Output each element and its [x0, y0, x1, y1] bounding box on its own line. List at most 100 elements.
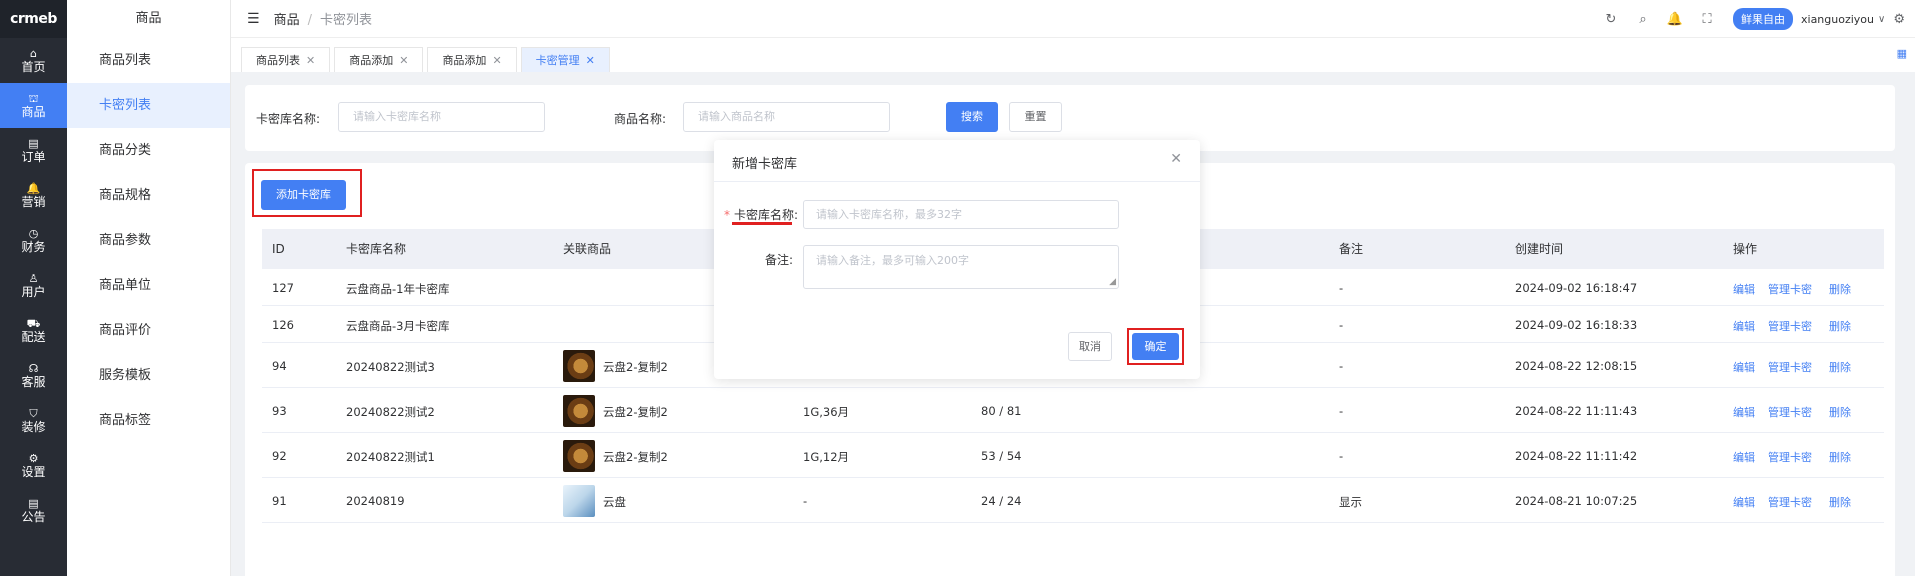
- nav-icon: ▤: [28, 496, 39, 510]
- table-row: 91 20240819 云盘 - 24 / 24 显示 2024-08-21 10:07:2…: [262, 478, 1884, 523]
- rail-item[interactable]: ▤ 公告: [0, 488, 67, 533]
- rail-item[interactable]: ◷ 财务: [0, 218, 67, 263]
- card-lib-name-input[interactable]: 请输入卡密库名称: [338, 102, 545, 132]
- notification-bell-icon[interactable]: 🔔: [1659, 12, 1691, 27]
- cell-name: 云盘商品-3月卡密库: [346, 319, 450, 333]
- search-button[interactable]: 搜索: [946, 102, 998, 132]
- chevron-down-icon[interactable]: ∨: [1878, 14, 1885, 25]
- rail-item[interactable]: ⛟ 配送: [0, 308, 67, 353]
- confirm-button[interactable]: 确定: [1132, 333, 1179, 360]
- delete-link[interactable]: 删除: [1829, 281, 1851, 297]
- submenu-title: 商品: [135, 11, 162, 26]
- remark-textarea[interactable]: 请输入备注，最多可输入200字 ◢: [803, 245, 1119, 289]
- rail-item[interactable]: ⚙ 设置: [0, 443, 67, 488]
- username[interactable]: xianguoziyou: [1801, 13, 1874, 26]
- nav-icon: ⌂: [30, 46, 37, 60]
- card-lib-name-field[interactable]: 请输入卡密库名称，最多32字: [803, 200, 1119, 229]
- breadcrumb-current: 卡密列表: [319, 13, 372, 28]
- cell-remark: -: [1339, 281, 1344, 295]
- rail-item-label: 设置: [21, 464, 46, 479]
- fullscreen-icon[interactable]: ⛶: [1691, 12, 1723, 27]
- remark-field-label: 备注:: [765, 253, 794, 267]
- edit-link[interactable]: 编辑: [1733, 449, 1755, 465]
- rail-item-label: 订单: [21, 149, 46, 164]
- table-row: 93 20240822测试2 云盘2-复制2 1G,36月 80 / 81 - 2024-0…: [262, 388, 1884, 433]
- search-icon[interactable]: ⌕: [1627, 12, 1659, 27]
- col-header-actions: 操作: [1733, 242, 1758, 256]
- manage-cards-link[interactable]: 管理卡密: [1768, 318, 1812, 334]
- edit-link[interactable]: 编辑: [1733, 494, 1755, 510]
- close-icon[interactable]: ✕: [306, 54, 315, 67]
- edit-link[interactable]: 编辑: [1733, 359, 1755, 375]
- submenu-item[interactable]: 商品参数: [67, 218, 230, 263]
- add-card-lib-button[interactable]: 添加卡密库: [261, 180, 346, 210]
- cell-name: 20240819: [346, 494, 405, 508]
- submenu-item[interactable]: 商品规格: [67, 173, 230, 218]
- submenu-item[interactable]: 商品单位: [67, 263, 230, 308]
- menu-toggle-icon[interactable]: ☰: [247, 11, 260, 27]
- manage-cards-link[interactable]: 管理卡密: [1768, 494, 1812, 510]
- cell-remark: -: [1339, 449, 1344, 463]
- submenu-item[interactable]: 商品分类: [67, 128, 230, 173]
- cell-created: 2024-08-22 11:11:42: [1515, 449, 1638, 463]
- nav-icon: ☊: [28, 361, 39, 375]
- breadcrumb-root[interactable]: 商品: [274, 13, 300, 28]
- submenu-item[interactable]: 商品列表: [67, 38, 230, 83]
- cell-created: 2024-08-22 11:11:43: [1515, 404, 1638, 418]
- rail-item[interactable]: ⌂ 首页: [0, 38, 67, 83]
- submenu-item[interactable]: 服务模板: [67, 353, 230, 398]
- card-lib-name-label: 卡密库名称:: [256, 112, 321, 126]
- cell-name: 云盘商品-1年卡密库: [346, 282, 450, 296]
- required-asterisk: *: [724, 208, 730, 222]
- delete-link[interactable]: 删除: [1829, 318, 1851, 334]
- delete-link[interactable]: 删除: [1829, 449, 1851, 465]
- close-icon[interactable]: ✕: [1170, 151, 1182, 167]
- nav-icon: ◷: [28, 226, 39, 240]
- delete-link[interactable]: 删除: [1829, 494, 1851, 510]
- tab-label: 商品添加: [349, 54, 394, 67]
- cell-created: 2024-09-02 16:18:47: [1515, 281, 1638, 295]
- edit-link[interactable]: 编辑: [1733, 318, 1755, 334]
- rail-item[interactable]: 🔔 营销: [0, 173, 67, 218]
- tab-label: 卡密管理: [535, 54, 580, 67]
- nav-icon: ⛟: [26, 316, 41, 330]
- rail-item[interactable]: ⛫ 商品: [0, 83, 67, 128]
- rail-item-label: 财务: [21, 239, 46, 254]
- reset-button[interactable]: 重置: [1009, 102, 1062, 132]
- resize-handle-icon[interactable]: ◢: [1109, 277, 1116, 287]
- cell-name: 20240822测试3: [346, 360, 435, 374]
- highlight-underline: [732, 222, 792, 225]
- tab[interactable]: 商品添加 ✕: [334, 47, 424, 72]
- submenu-item[interactable]: 卡密列表: [67, 83, 230, 128]
- refresh-icon[interactable]: ↻: [1595, 12, 1627, 27]
- close-icon[interactable]: ✕: [399, 54, 408, 67]
- close-icon[interactable]: ✕: [492, 54, 501, 67]
- edit-link[interactable]: 编辑: [1733, 404, 1755, 420]
- rail-item[interactable]: ♙ 用户: [0, 263, 67, 308]
- manage-cards-link[interactable]: 管理卡密: [1768, 404, 1812, 420]
- delete-link[interactable]: 删除: [1829, 359, 1851, 375]
- manage-cards-link[interactable]: 管理卡密: [1768, 359, 1812, 375]
- tab[interactable]: 商品添加 ✕: [427, 47, 517, 72]
- store-badge[interactable]: 鲜果自由: [1733, 8, 1793, 30]
- delete-link[interactable]: 删除: [1829, 404, 1851, 420]
- rail-item[interactable]: ☊ 客服: [0, 353, 67, 398]
- product-thumbnail: [563, 440, 595, 472]
- gear-icon[interactable]: ⚙: [1893, 12, 1905, 27]
- product-name-input[interactable]: 请输入商品名称: [683, 102, 890, 132]
- tab[interactable]: 卡密管理 ✕: [520, 47, 610, 72]
- tab[interactable]: 商品列表 ✕: [241, 47, 331, 72]
- rail-item[interactable]: ▤ 订单: [0, 128, 67, 173]
- edit-link[interactable]: 编辑: [1733, 281, 1755, 297]
- grid-icon[interactable]: ▦: [1897, 47, 1907, 60]
- cancel-button[interactable]: 取消: [1068, 332, 1112, 361]
- submenu-item[interactable]: 商品评价: [67, 308, 230, 353]
- close-icon[interactable]: ✕: [586, 54, 595, 67]
- nav-icon: ♙: [28, 271, 39, 285]
- submenu-item[interactable]: 商品标签: [67, 398, 230, 443]
- manage-cards-link[interactable]: 管理卡密: [1768, 281, 1812, 297]
- rail-item[interactable]: ⛉ 装修: [0, 398, 67, 443]
- app-logo[interactable]: crmeb: [0, 0, 67, 38]
- cell-stock: 80 / 81: [981, 404, 1022, 418]
- manage-cards-link[interactable]: 管理卡密: [1768, 449, 1812, 465]
